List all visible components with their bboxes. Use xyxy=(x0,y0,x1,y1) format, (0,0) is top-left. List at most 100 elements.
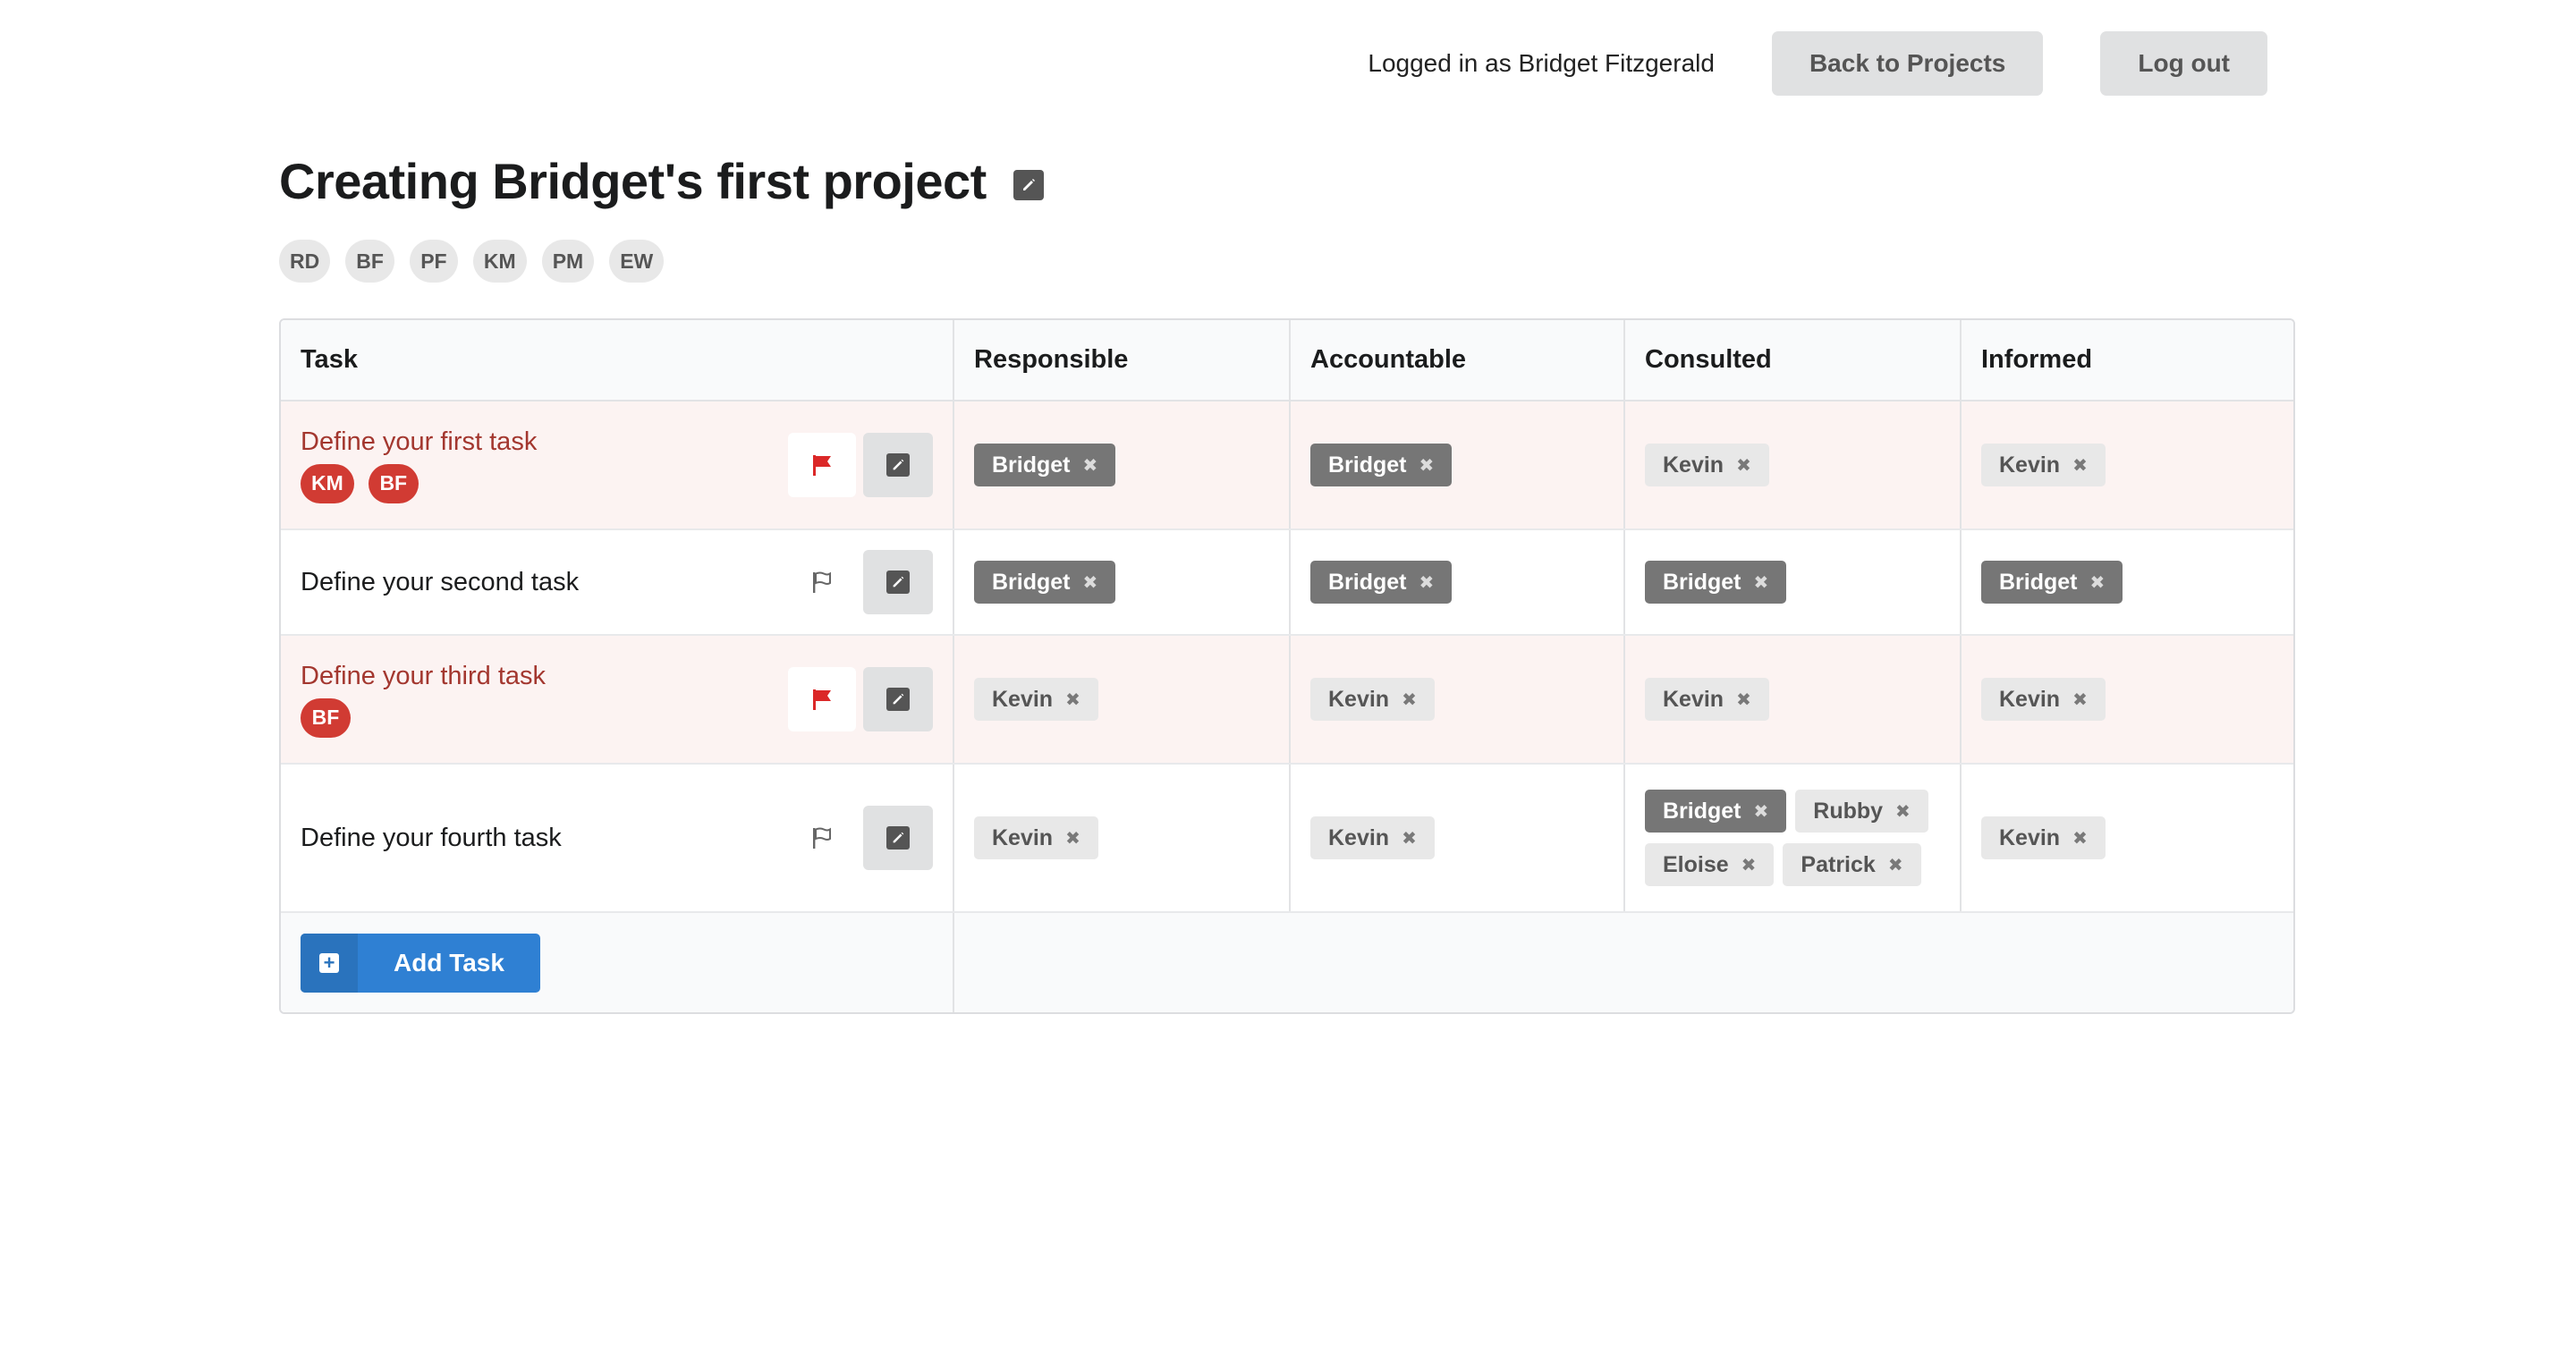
task-info: Define your fourth task xyxy=(301,824,562,853)
person-label: Kevin ✖ xyxy=(1310,816,1435,859)
task-info: Define your first task KM BF xyxy=(301,427,537,503)
task-actions xyxy=(788,667,933,731)
task-cell: Define your first task KM BF xyxy=(281,401,953,530)
remove-x-icon[interactable]: ✖ xyxy=(1736,689,1751,711)
person-label: Kevin ✖ xyxy=(1981,678,2106,721)
remove-x-icon[interactable]: ✖ xyxy=(1895,800,1911,823)
task-name[interactable]: Define your fourth task xyxy=(301,824,562,853)
member-avatar[interactable]: RD xyxy=(279,240,331,283)
task-name[interactable]: Define your second task xyxy=(301,568,579,597)
back-to-projects-button[interactable]: Back to Projects xyxy=(1771,31,2044,96)
remove-x-icon[interactable]: ✖ xyxy=(2072,454,2088,477)
table-footer-row: + Add Task xyxy=(281,912,2293,1012)
add-task-label: Add Task xyxy=(394,948,504,976)
person-label: Eloise ✖ xyxy=(1645,843,1775,886)
title-row: Creating Bridget's first project xyxy=(279,152,1044,210)
accountable-labels: Kevin ✖ xyxy=(1310,816,1604,859)
task-badges: BF xyxy=(301,697,546,738)
column-header-responsible: Responsible xyxy=(953,320,1290,402)
informed-cell: Kevin ✖ xyxy=(1960,635,2293,765)
person-label: Bridget ✖ xyxy=(974,561,1116,604)
person-name: Kevin xyxy=(1663,686,1724,712)
person-name: Rubby xyxy=(1813,798,1884,824)
logout-button[interactable]: Log out xyxy=(2100,31,2267,96)
member-avatar[interactable]: KM xyxy=(472,240,527,283)
person-label: Kevin ✖ xyxy=(1645,444,1769,486)
person-label: Bridget ✖ xyxy=(1981,561,2123,604)
remove-x-icon[interactable]: ✖ xyxy=(1419,454,1435,477)
informed-labels: Kevin ✖ xyxy=(1981,816,2277,859)
responsible-labels: Kevin ✖ xyxy=(974,678,1269,721)
assignee-badge[interactable]: KM xyxy=(301,463,354,503)
remove-x-icon[interactable]: ✖ xyxy=(1736,454,1751,477)
remove-x-icon[interactable]: ✖ xyxy=(1754,800,1769,823)
person-name: Bridget xyxy=(1663,569,1741,595)
informed-cell: Kevin ✖ xyxy=(1960,764,2293,913)
table-row: Define your second task Bridget ✖ Bridget ✖ B… xyxy=(281,529,2293,636)
remove-x-icon[interactable]: ✖ xyxy=(1083,454,1098,477)
person-label: Kevin ✖ xyxy=(974,816,1098,859)
remove-x-icon[interactable]: ✖ xyxy=(1065,689,1080,711)
task-actions xyxy=(788,806,933,870)
informed-cell: Bridget ✖ xyxy=(1960,529,2293,636)
remove-x-icon[interactable]: ✖ xyxy=(2090,571,2106,594)
task-name[interactable]: Define your first task xyxy=(301,427,537,457)
member-avatar[interactable]: BF xyxy=(345,240,394,283)
consulted-labels: Kevin ✖ xyxy=(1645,444,1940,486)
task-info: Define your second task xyxy=(301,568,579,597)
assignee-badge[interactable]: BF xyxy=(368,463,419,503)
informed-labels: Kevin ✖ xyxy=(1981,444,2277,486)
task-name[interactable]: Define your third task xyxy=(301,662,546,691)
remove-x-icon[interactable]: ✖ xyxy=(1741,854,1757,876)
responsible-labels: Kevin ✖ xyxy=(974,816,1269,859)
top-bar: Logged in as Bridget Fitzgerald Back to … xyxy=(1368,31,2267,96)
add-task-button[interactable]: + Add Task xyxy=(301,933,540,993)
remove-x-icon[interactable]: ✖ xyxy=(2072,689,2088,711)
consulted-cell: Kevin ✖ xyxy=(1623,401,1961,530)
page-title: Creating Bridget's first project xyxy=(279,153,987,209)
person-name: Kevin xyxy=(992,686,1054,712)
consulted-cell: Bridget ✖ xyxy=(1623,529,1961,636)
edit-icon[interactable] xyxy=(1013,169,1044,200)
flag-outline-icon[interactable] xyxy=(788,806,856,870)
flag-outline-icon[interactable] xyxy=(788,550,856,614)
person-name: Kevin xyxy=(1663,452,1724,478)
edit-task-button[interactable] xyxy=(863,550,933,614)
remove-x-icon[interactable]: ✖ xyxy=(1754,571,1769,594)
person-name: Kevin xyxy=(1328,824,1390,850)
task-cell-content: Define your fourth task xyxy=(301,806,933,870)
consulted-cell: Kevin ✖ xyxy=(1623,635,1961,765)
member-avatar[interactable]: PM xyxy=(541,240,595,283)
edit-task-button[interactable] xyxy=(863,433,933,497)
task-cell: Define your second task xyxy=(281,529,953,636)
person-name: Patrick xyxy=(1801,851,1876,877)
column-header-informed: Informed xyxy=(1960,320,2293,402)
accountable-cell: Bridget ✖ xyxy=(1289,401,1624,530)
responsible-cell: Bridget ✖ xyxy=(953,401,1290,530)
responsible-cell: Kevin ✖ xyxy=(953,635,1290,765)
edit-task-button[interactable] xyxy=(863,806,933,870)
person-name: Bridget xyxy=(1663,798,1741,824)
edit-icon xyxy=(886,453,910,477)
remove-x-icon[interactable]: ✖ xyxy=(1402,689,1417,711)
task-actions xyxy=(788,550,933,614)
edit-task-button[interactable] xyxy=(863,667,933,731)
remove-x-icon[interactable]: ✖ xyxy=(1888,854,1903,876)
member-avatar[interactable]: EW xyxy=(609,240,665,283)
remove-x-icon[interactable]: ✖ xyxy=(1065,827,1080,850)
person-name: Bridget xyxy=(992,569,1071,595)
accountable-labels: Bridget ✖ xyxy=(1310,561,1604,604)
remove-x-icon[interactable]: ✖ xyxy=(1083,571,1098,594)
remove-x-icon[interactable]: ✖ xyxy=(1419,571,1435,594)
task-cell-content: Define your first task KM BF xyxy=(301,427,933,503)
remove-x-icon[interactable]: ✖ xyxy=(2072,827,2088,850)
person-label: Bridget ✖ xyxy=(1310,444,1453,486)
member-avatar[interactable]: PF xyxy=(409,240,458,283)
task-badges: KM BF xyxy=(301,463,537,503)
assignee-badge[interactable]: BF xyxy=(301,697,351,738)
task-cell: Define your fourth task xyxy=(281,764,953,913)
flag-filled-icon[interactable] xyxy=(788,433,856,497)
flag-filled-icon[interactable] xyxy=(788,667,856,731)
remove-x-icon[interactable]: ✖ xyxy=(1402,827,1417,850)
edit-icon xyxy=(886,571,910,594)
